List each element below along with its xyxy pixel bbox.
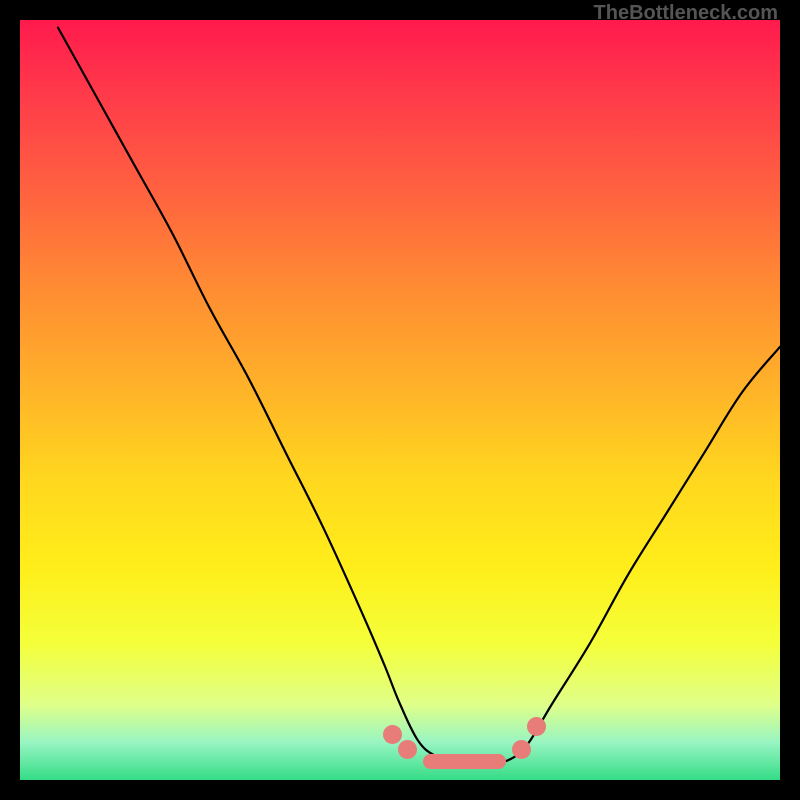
outer-frame: TheBottleneck.com: [0, 0, 800, 800]
bottleneck-curve: [20, 20, 780, 780]
valley-marker: [383, 725, 402, 744]
valley-pill: [423, 754, 507, 769]
plot-area: [20, 20, 780, 780]
